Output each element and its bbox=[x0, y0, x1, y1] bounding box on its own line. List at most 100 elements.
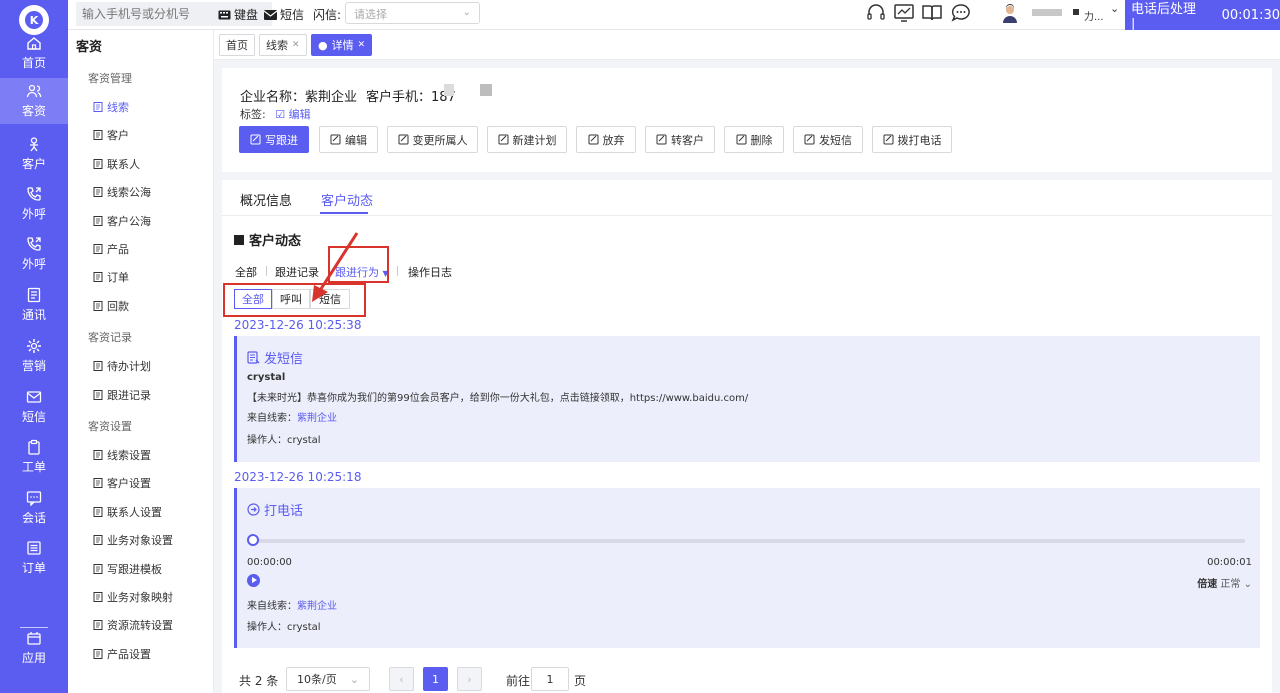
sidebar-item[interactable]: 资源流转设置 bbox=[93, 617, 173, 633]
sidebar-item[interactable]: 产品设置 bbox=[93, 646, 151, 662]
action-button[interactable]: 写跟进 bbox=[239, 126, 309, 153]
after-call-label: 电话后处理 | bbox=[1131, 2, 1197, 32]
audio-progress-handle[interactable] bbox=[247, 534, 259, 546]
nav-item[interactable]: 外呼 bbox=[0, 181, 68, 227]
nav-item[interactable]: 工单 bbox=[0, 434, 68, 480]
action-button[interactable]: 删除 bbox=[724, 126, 784, 153]
keyboard-button[interactable]: 键盘 bbox=[218, 6, 258, 23]
secondary-sidebar: 客资 客资管理 线索 客户 联系人 线索公海 客户公海 产品 订单 回款 客资记录 待办计划 跟进记录… bbox=[68, 30, 214, 693]
sms-button[interactable]: 短信 bbox=[264, 6, 304, 23]
person-icon bbox=[30, 137, 38, 152]
sidebar-item[interactable]: 订单 bbox=[93, 269, 129, 285]
document-icon bbox=[93, 535, 103, 546]
nav-item[interactable]: 订单 bbox=[0, 535, 68, 581]
audio-progress-track[interactable] bbox=[249, 539, 1245, 543]
next-page-button[interactable]: › bbox=[457, 667, 482, 691]
sidebar-item[interactable]: 产品 bbox=[93, 241, 129, 257]
prev-page-button[interactable]: ‹ bbox=[389, 667, 414, 691]
sidebar-item-label: 线索设置 bbox=[107, 449, 151, 462]
flash-message-select[interactable]: 请选择 ⌄ bbox=[345, 2, 480, 24]
nav-item[interactable]: 客户 bbox=[0, 131, 68, 177]
action-button[interactable]: 转客户 bbox=[645, 126, 715, 153]
phone-out-icon bbox=[27, 187, 41, 201]
action-button-label: 编辑 bbox=[345, 133, 367, 147]
page-tab[interactable]: ● 详情 ✕ bbox=[311, 34, 373, 56]
audio-current-time: 00:00:00 bbox=[247, 557, 292, 568]
sidebar-item[interactable]: 客户公海 bbox=[93, 213, 151, 229]
sidebar-item[interactable]: 回款 bbox=[93, 298, 129, 314]
sidebar-item[interactable]: 联系人 bbox=[93, 156, 140, 172]
sidebar-item[interactable]: 联系人设置 bbox=[93, 504, 162, 520]
document-icon bbox=[93, 158, 103, 169]
source-link[interactable]: 紫荆企业 bbox=[297, 601, 337, 612]
sidebar-item[interactable]: 客户设置 bbox=[93, 475, 151, 491]
close-icon[interactable]: ✕ bbox=[358, 40, 366, 50]
filter-all[interactable]: 全部 bbox=[235, 264, 257, 280]
action-button[interactable]: 拨打电话 bbox=[872, 126, 952, 153]
sidebar-item[interactable]: 写跟进模板 bbox=[93, 561, 162, 577]
event-operator: 操作人：crystal bbox=[247, 622, 321, 633]
event-title: 打电话 bbox=[247, 500, 303, 519]
headset-icon[interactable] bbox=[865, 2, 887, 24]
sidebar-item[interactable]: 线索公海 bbox=[93, 184, 151, 200]
goto-label: 前往 bbox=[506, 674, 531, 688]
page-tab[interactable]: 首页 bbox=[219, 34, 255, 56]
action-button[interactable]: 发短信 bbox=[793, 126, 863, 153]
document-icon bbox=[93, 102, 103, 112]
edit-tags-link[interactable]: ☑ 编辑 bbox=[275, 108, 310, 121]
gear-icon bbox=[27, 339, 41, 353]
sidebar-item[interactable]: 线索设置 bbox=[93, 447, 151, 463]
sidebar-item[interactable]: 跟进记录 bbox=[93, 387, 151, 403]
page-size-select[interactable]: 10条/页 ⌄ bbox=[286, 667, 370, 691]
sidebar-item[interactable]: 待办计划 bbox=[93, 358, 151, 374]
keyboard-label: 键盘 bbox=[234, 8, 259, 22]
tab-overview[interactable]: 概况信息 bbox=[240, 190, 292, 209]
playback-speed-select[interactable]: 倍速 正常 ⌄ bbox=[1197, 575, 1252, 590]
nav-item[interactable]: 外呼 bbox=[0, 231, 68, 277]
chat-bubble-icon[interactable] bbox=[950, 2, 972, 24]
left-nav-rail: K 首页 客资 客户 外呼 外呼 通讯 营销 短信 工单 会话 订单 应用 bbox=[0, 0, 68, 693]
envelope-icon bbox=[264, 9, 277, 20]
sidebar-item[interactable]: 业务对象设置 bbox=[93, 532, 173, 548]
after-call-status[interactable]: 电话后处理 | 00:01:30 bbox=[1125, 0, 1280, 32]
page-number-button[interactable]: 1 bbox=[423, 667, 448, 691]
event-source: 来自线索：紫荆企业 bbox=[247, 601, 337, 612]
action-button[interactable]: 编辑 bbox=[319, 126, 378, 153]
nav-item[interactable]: 营销 bbox=[0, 333, 68, 379]
nav-item-label: 应用 bbox=[21, 651, 46, 665]
action-button[interactable]: 新建计划 bbox=[487, 126, 567, 153]
nav-item[interactable]: 首页 bbox=[0, 30, 68, 76]
action-button[interactable]: 放弃 bbox=[576, 126, 636, 153]
masked-phone-digits bbox=[480, 84, 492, 96]
nav-item[interactable]: 客资 bbox=[0, 78, 68, 124]
nav-item[interactable]: 会话 bbox=[0, 485, 68, 531]
close-icon[interactable]: ✕ bbox=[292, 40, 300, 50]
nav-item[interactable]: 应用 bbox=[0, 625, 68, 671]
user-menu-chevron-icon[interactable]: ⌄ bbox=[1110, 2, 1119, 15]
page-tab[interactable]: 线索 ✕ bbox=[259, 34, 307, 56]
clipboard-icon bbox=[28, 439, 40, 455]
play-button[interactable] bbox=[247, 574, 260, 587]
nav-item[interactable]: 短信 bbox=[0, 384, 68, 430]
nav-item-label: 工单 bbox=[21, 460, 46, 474]
sidebar-item[interactable]: 线索 bbox=[93, 99, 129, 115]
customer-phone: 客户手机：187 bbox=[366, 90, 456, 105]
contacts-icon bbox=[27, 287, 41, 303]
document-icon bbox=[93, 130, 103, 141]
monitor-icon[interactable] bbox=[893, 2, 915, 24]
rail-divider bbox=[20, 627, 48, 628]
tab-customer-activity[interactable]: 客户动态 bbox=[321, 190, 373, 209]
document-icon bbox=[93, 361, 103, 372]
book-icon[interactable] bbox=[921, 2, 943, 24]
goto-page-input[interactable]: 1 bbox=[531, 667, 569, 691]
avatar-icon bbox=[1003, 4, 1017, 23]
sidebar-item[interactable]: 客户 bbox=[93, 127, 129, 143]
action-button[interactable]: 变更所属人 bbox=[387, 126, 478, 153]
sidebar-item-label: 产品设置 bbox=[107, 647, 151, 661]
sidebar-item[interactable]: 业务对象映射 bbox=[93, 589, 173, 605]
nav-item[interactable]: 通讯 bbox=[0, 282, 68, 328]
source-link[interactable]: 紫荆企业 bbox=[297, 413, 337, 424]
pen-icon bbox=[250, 134, 261, 145]
filter-operation-log[interactable]: 操作日志 bbox=[408, 264, 452, 280]
calendar-icon bbox=[498, 134, 508, 145]
